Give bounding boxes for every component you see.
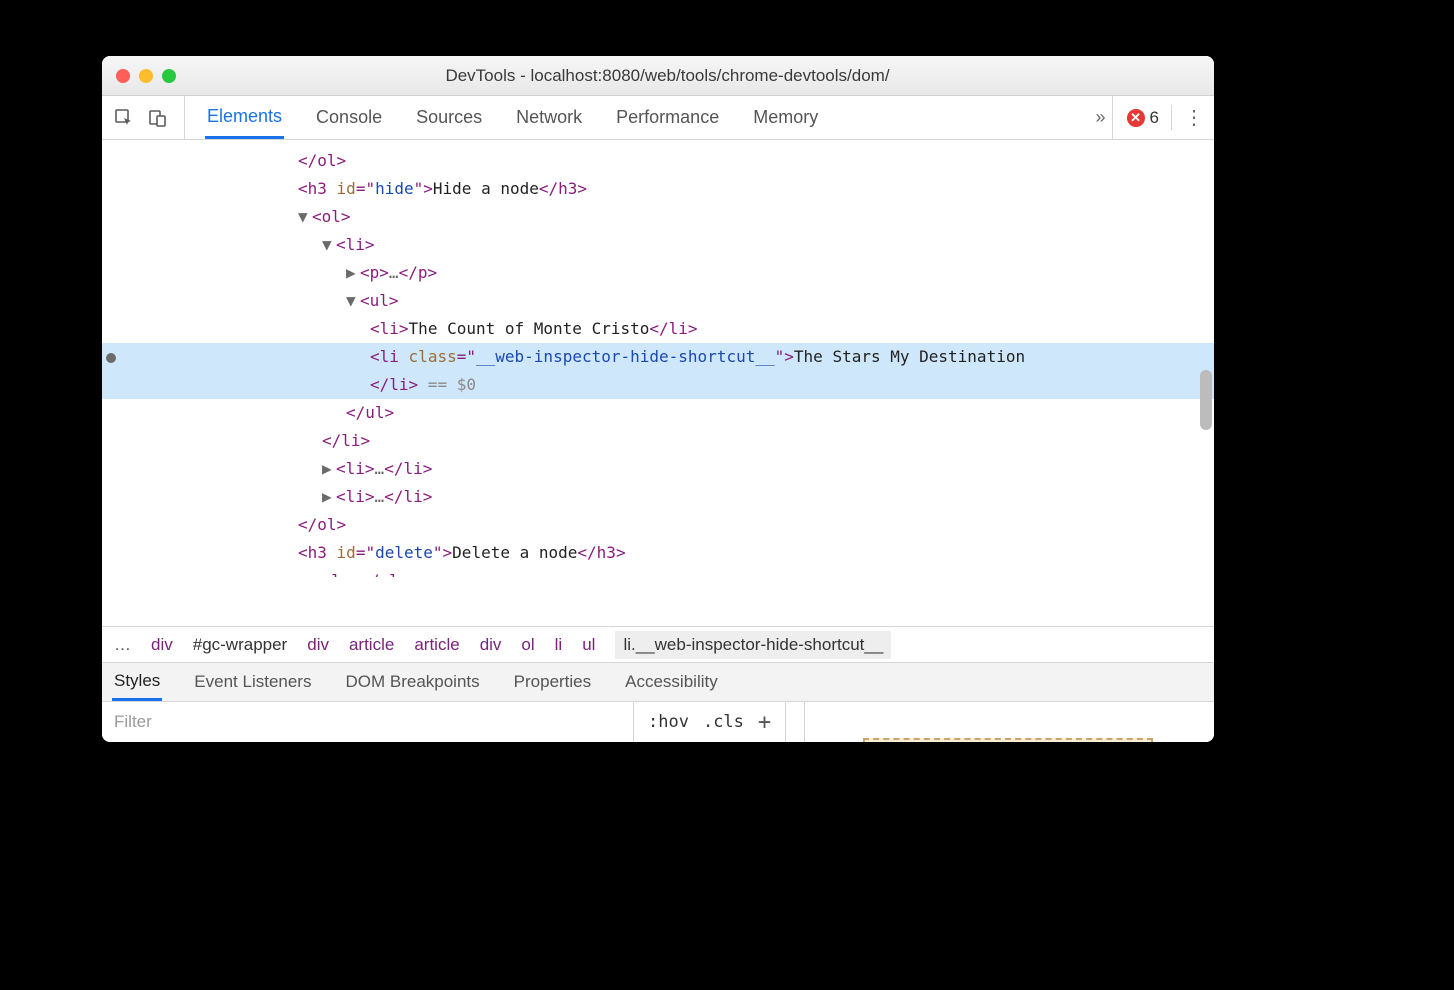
toolbar-left-group (112, 96, 185, 139)
dom-tree-row[interactable]: ▼<li> (102, 231, 1214, 259)
dom-tree-row[interactable]: ▶<ol>…</ol> (102, 567, 1214, 577)
hidden-node-marker-icon (106, 353, 116, 363)
panel-tabs: Elements Console Sources Network Performance… (205, 96, 1090, 139)
minimize-window-button[interactable] (139, 69, 153, 83)
tab-console[interactable]: Console (314, 96, 384, 139)
styles-filter-input[interactable] (102, 702, 634, 742)
breadcrumb-item[interactable]: li.__web-inspector-hide-shortcut__ (615, 631, 891, 659)
kebab-menu-icon[interactable]: ⋮ (1184, 108, 1204, 128)
divider (1171, 105, 1172, 131)
subtab-dom-breakpoints[interactable]: DOM Breakpoints (343, 663, 481, 701)
traffic-lights (116, 69, 176, 83)
breadcrumb-item[interactable]: #gc-wrapper (193, 635, 288, 655)
disclosure-arrow-icon[interactable]: ▼ (322, 231, 336, 259)
styles-toolbar: :hov .cls + (102, 702, 1214, 742)
disclosure-arrow-icon[interactable]: ▶ (346, 259, 360, 287)
subtab-styles[interactable]: Styles (112, 663, 162, 701)
dom-tree-row[interactable]: ▶<li>…</li> (102, 455, 1214, 483)
close-window-button[interactable] (116, 69, 130, 83)
tab-sources[interactable]: Sources (414, 96, 484, 139)
divider (785, 702, 786, 742)
breadcrumb-item[interactable]: div (151, 635, 173, 655)
dom-tree-row[interactable]: ▶<p>…</p> (102, 259, 1214, 287)
elements-dom-tree[interactable]: ▶<li>…</li></ol><h3 id="hide">Hide a nod… (102, 140, 1214, 626)
disclosure-arrow-icon[interactable]: ▶ (298, 567, 312, 577)
dom-tree-row[interactable]: </ul> (102, 399, 1214, 427)
window-title: DevTools - localhost:8080/web/tools/chro… (185, 66, 1150, 86)
box-model-preview (804, 702, 1214, 742)
devtools-window: DevTools - localhost:8080/web/tools/chro… (102, 56, 1214, 742)
error-icon: ✕ (1127, 109, 1145, 127)
breadcrumb-item[interactable]: ul (582, 635, 595, 655)
titlebar: DevTools - localhost:8080/web/tools/chro… (102, 56, 1214, 96)
breadcrumb-item[interactable]: div (480, 635, 502, 655)
error-count-badge[interactable]: ✕ 6 (1127, 108, 1159, 128)
dom-tree-row[interactable]: ▼<ol> (102, 203, 1214, 231)
disclosure-arrow-icon[interactable]: ▼ (346, 287, 360, 315)
disclosure-arrow-icon[interactable]: ▼ (298, 203, 312, 231)
breadcrumb-item[interactable]: div (307, 635, 329, 655)
toolbar-right-group: ✕ 6 ⋮ (1112, 96, 1204, 139)
dom-tree-row[interactable]: ▶<li>…</li> (102, 483, 1214, 511)
dom-tree-row[interactable]: </li> (102, 427, 1214, 455)
cls-toggle[interactable]: .cls (703, 712, 744, 732)
disclosure-arrow-icon[interactable]: ▶ (322, 455, 336, 483)
breadcrumb-item[interactable]: article (414, 635, 459, 655)
subtab-accessibility[interactable]: Accessibility (623, 663, 720, 701)
breadcrumb-item[interactable]: ol (521, 635, 534, 655)
subtab-event-listeners[interactable]: Event Listeners (192, 663, 313, 701)
styles-actions: :hov .cls + (634, 702, 804, 742)
dom-tree-row[interactable]: ▶<li>…</li> (102, 140, 1214, 147)
tab-elements[interactable]: Elements (205, 96, 284, 139)
maximize-window-button[interactable] (162, 69, 176, 83)
dom-tree-row[interactable]: </li> == $0 (102, 371, 1214, 399)
breadcrumb-item[interactable]: li (555, 635, 563, 655)
tab-memory[interactable]: Memory (751, 96, 820, 139)
scrollbar-thumb[interactable] (1200, 370, 1212, 430)
dom-tree-row[interactable]: <h3 id="hide">Hide a node</h3> (102, 175, 1214, 203)
error-count-value: 6 (1150, 108, 1159, 128)
disclosure-arrow-icon[interactable]: ▶ (322, 483, 336, 511)
dom-tree-row[interactable]: <h3 id="delete">Delete a node</h3> (102, 539, 1214, 567)
more-tabs-button[interactable]: » (1096, 107, 1106, 128)
dom-tree-row[interactable]: <li>The Count of Monte Cristo</li> (102, 315, 1214, 343)
new-style-rule-button[interactable]: + (758, 710, 771, 735)
styles-subtabs: Styles Event Listeners DOM Breakpoints Prop… (102, 662, 1214, 702)
tab-performance[interactable]: Performance (614, 96, 721, 139)
dom-tree-row[interactable]: <li class="__web-inspector-hide-shortcut… (102, 343, 1214, 371)
inspect-element-icon[interactable] (112, 106, 136, 130)
dom-breadcrumb: …div#gc-wrapperdivarticlearticledivolliu… (102, 626, 1214, 662)
hover-toggle[interactable]: :hov (648, 712, 689, 732)
dom-tree-row[interactable]: ▼<ul> (102, 287, 1214, 315)
breadcrumb-overflow[interactable]: … (114, 635, 131, 655)
margin-box-dashed (863, 738, 1153, 742)
breadcrumb-item[interactable]: article (349, 635, 394, 655)
dom-tree-row[interactable]: </ol> (102, 511, 1214, 539)
toggle-device-icon[interactable] (146, 106, 170, 130)
subtab-properties[interactable]: Properties (512, 663, 593, 701)
disclosure-arrow-icon[interactable]: ▶ (322, 140, 336, 147)
tab-network[interactable]: Network (514, 96, 584, 139)
dom-tree-row[interactable]: </ol> (102, 147, 1214, 175)
devtools-top-toolbar: Elements Console Sources Network Performance… (102, 96, 1214, 140)
